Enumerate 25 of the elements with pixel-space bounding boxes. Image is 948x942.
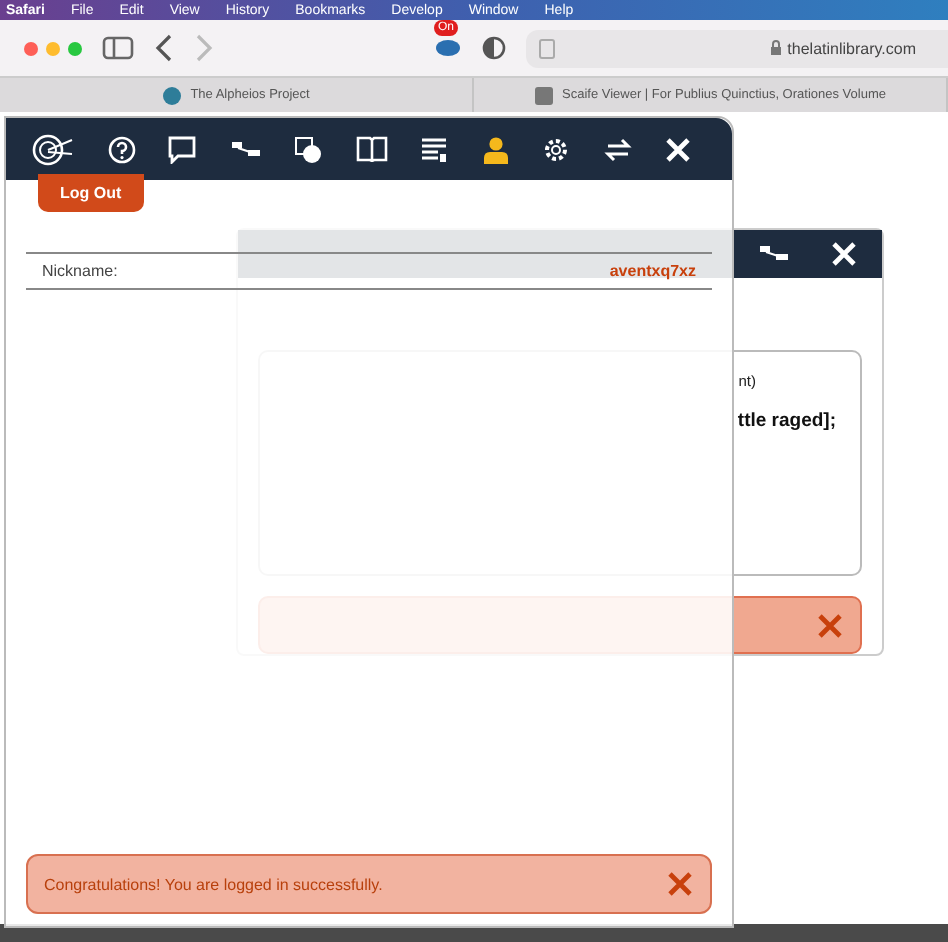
chat-icon[interactable] — [168, 135, 196, 163]
lock-icon — [769, 40, 782, 56]
help-icon[interactable] — [107, 135, 135, 163]
alert-message: Congratulations! You are logged in successfully. — [44, 875, 383, 893]
definition-text: ttle raged]; — [737, 410, 836, 433]
user-icon[interactable] — [481, 135, 509, 163]
square-icon — [534, 85, 554, 105]
shield-icon[interactable] — [482, 36, 506, 60]
address-field[interactable]: thelatinlibrary.com — [526, 29, 948, 67]
tree-icon[interactable] — [229, 137, 261, 161]
log-out-button[interactable]: Log Out — [38, 174, 144, 212]
settings-icon[interactable] — [542, 135, 570, 163]
book-icon[interactable] — [355, 136, 387, 162]
sidebar-icon[interactable] — [102, 36, 134, 60]
list-icon[interactable] — [420, 135, 448, 163]
close-window-button[interactable] — [24, 41, 38, 55]
nickname-value: aventxq7xz — [609, 262, 696, 280]
logo-icon[interactable] — [30, 133, 74, 165]
back-icon[interactable] — [154, 34, 174, 62]
globe-icon — [162, 85, 183, 105]
swap-icon[interactable] — [603, 137, 631, 161]
stack-icon[interactable] — [294, 135, 322, 163]
nickname-label: Nickname: — [42, 262, 118, 280]
address-text: thelatinlibrary.com — [787, 39, 916, 57]
extension-icon[interactable] — [434, 38, 462, 58]
